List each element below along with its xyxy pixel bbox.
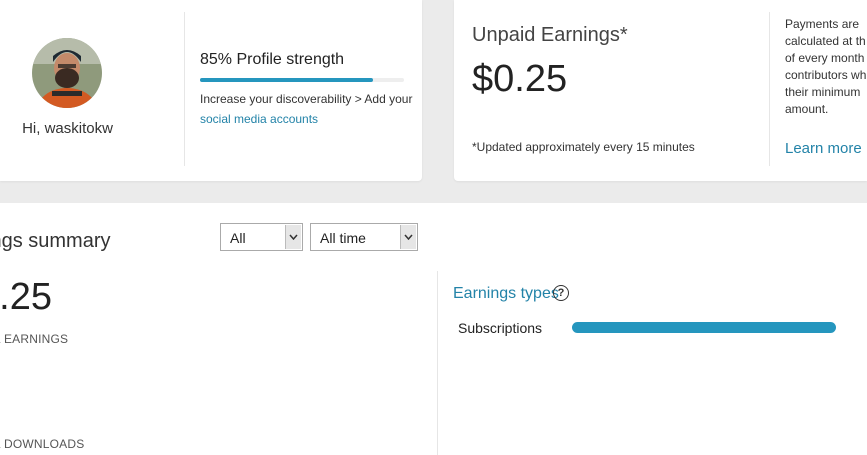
profile-strength-bar [200,78,404,82]
payments-note-line: calculated at th [785,34,866,48]
subscriptions-label: Subscriptions [458,320,543,336]
question-circle-icon[interactable]: ? [553,285,569,301]
type-filter-value: All [230,230,246,246]
total-earnings-value: 0.25 [0,276,52,318]
profile-strength-label: 85% Profile strength [200,51,345,68]
payments-note-line: amount. [785,102,829,116]
payments-note-line: their minimum [785,85,861,99]
payments-note-line: of every month [785,51,865,65]
divider [184,12,185,166]
time-filter-select[interactable]: All time [310,223,418,251]
divider [437,271,438,455]
earnings-summary-panel: ings summary All All time 0.25 L EARNING… [0,203,867,455]
hint-text: Increase your discoverability > Add your [200,92,413,106]
divider [769,12,770,166]
chevron-down-icon[interactable] [400,225,416,249]
payments-note-line: contributors wh [785,68,867,82]
unpaid-earnings-title: Unpaid Earnings* [472,24,628,46]
payments-note: Payments are calculated at th of every m… [785,16,867,118]
greeting-text: Hi, waskitokw [22,120,113,137]
profile-card: Hi, waskitokw 85% Profile strength Incre… [0,0,422,181]
subscriptions-bar [572,322,836,333]
type-filter-select[interactable]: All [220,223,303,251]
time-filter-value: All time [320,230,366,246]
profile-strength-fill [200,78,374,82]
earnings-types-title[interactable]: Earnings types [453,285,559,303]
avatar[interactable] [32,38,102,108]
update-note: *Updated approximately every 15 minutes [472,140,695,154]
social-media-link[interactable]: social media accounts [200,112,318,126]
total-downloads-label: L DOWNLOADS [0,437,85,451]
chevron-down-icon[interactable] [285,225,301,249]
learn-more-link[interactable]: Learn more [785,140,862,157]
payments-note-line: Payments are [785,17,860,31]
unpaid-earnings-card: Unpaid Earnings* $0.25 *Updated approxim… [454,0,867,181]
earnings-summary-title: ings summary [0,230,111,252]
discoverability-hint: Increase your discoverability > Add your… [200,89,415,129]
total-earnings-label: L EARNINGS [0,332,69,346]
unpaid-earnings-amount: $0.25 [472,58,568,100]
